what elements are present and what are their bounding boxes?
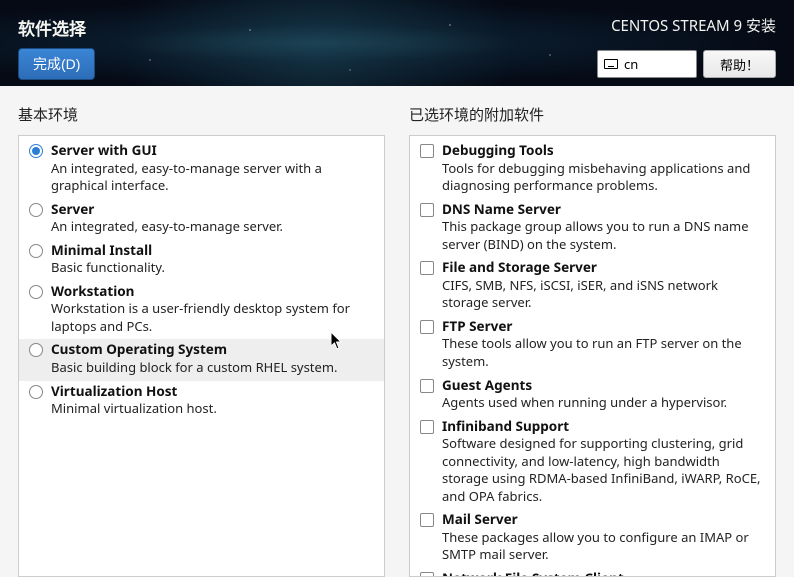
base-env-list[interactable]: Server with GUIAn integrated, easy-to-ma… xyxy=(18,135,385,577)
env-item-title: Minimal Install xyxy=(51,242,374,260)
addon-list[interactable]: Debugging ToolsTools for debugging misbe… xyxy=(409,135,776,577)
env-item[interactable]: Virtualization HostMinimal virtualizatio… xyxy=(19,381,384,422)
addon-item[interactable]: FTP ServerThese tools allow you to run a… xyxy=(410,316,775,375)
addon-item[interactable]: File and Storage ServerCIFS, SMB, NFS, i… xyxy=(410,257,775,316)
addon-item-title: FTP Server xyxy=(442,318,765,336)
checkbox-icon[interactable] xyxy=(420,572,434,577)
addon-item-desc: Tools for debugging misbehaving applicat… xyxy=(442,160,765,195)
addon-item-title: Guest Agents xyxy=(442,377,765,395)
checkbox-icon[interactable] xyxy=(420,513,434,527)
page-title: 软件选择 xyxy=(18,15,86,40)
checkbox-icon[interactable] xyxy=(420,203,434,217)
addon-item[interactable]: Debugging ToolsTools for debugging misbe… xyxy=(410,140,775,199)
help-button[interactable]: 帮助！ xyxy=(703,50,776,78)
env-item-desc: Basic building block for a custom RHEL s… xyxy=(51,359,374,377)
addon-item-desc: These tools allow you to run an FTP serv… xyxy=(442,335,765,370)
radio-icon[interactable] xyxy=(29,144,43,158)
env-item-desc: Minimal virtualization host. xyxy=(51,400,374,418)
checkbox-icon[interactable] xyxy=(420,144,434,158)
addon-item-title: DNS Name Server xyxy=(442,201,765,219)
addon-item[interactable]: Infiniband SupportSoftware designed for … xyxy=(410,416,775,510)
addon-panel: 已选环境的附加软件 Debugging ToolsTools for debug… xyxy=(409,104,776,577)
keyboard-icon xyxy=(604,59,618,69)
addon-item[interactable]: DNS Name ServerThis package group allows… xyxy=(410,199,775,258)
checkbox-icon[interactable] xyxy=(420,320,434,334)
addon-item-title: Mail Server xyxy=(442,511,765,529)
checkbox-icon[interactable] xyxy=(420,379,434,393)
env-item-title: Server with GUI xyxy=(51,142,374,160)
done-button[interactable]: 完成(D) xyxy=(18,48,95,80)
radio-icon[interactable] xyxy=(29,203,43,217)
checkbox-icon[interactable] xyxy=(420,420,434,434)
env-item-title: Virtualization Host xyxy=(51,383,374,401)
keyboard-selector[interactable]: cn xyxy=(597,50,697,78)
addon-item[interactable]: Guest AgentsAgents used when running und… xyxy=(410,375,775,416)
env-item-desc: An integrated, easy-to-manage server. xyxy=(51,218,374,236)
env-item[interactable]: Server with GUIAn integrated, easy-to-ma… xyxy=(19,140,384,199)
product-label: CENTOS STREAM 9 安装 xyxy=(611,15,776,36)
addon-item-desc: This package group allows you to run a D… xyxy=(442,218,765,253)
keyboard-layout-label: cn xyxy=(624,55,638,73)
addon-item-desc: Software designed for supporting cluster… xyxy=(442,435,765,505)
env-item[interactable]: ServerAn integrated, easy-to-manage serv… xyxy=(19,199,384,240)
env-item-title: Server xyxy=(51,201,374,219)
radio-icon[interactable] xyxy=(29,385,43,399)
addon-heading: 已选环境的附加软件 xyxy=(409,104,776,125)
base-env-heading: 基本环境 xyxy=(18,104,385,125)
content: 基本环境 Server with GUIAn integrated, easy-… xyxy=(0,86,794,577)
env-item[interactable]: Minimal InstallBasic functionality. xyxy=(19,240,384,281)
addon-item-desc: Agents used when running under a hypervi… xyxy=(442,394,765,412)
env-item[interactable]: WorkstationWorkstation is a user-friendl… xyxy=(19,281,384,340)
env-item-desc: Workstation is a user-friendly desktop s… xyxy=(51,300,374,335)
addon-item[interactable]: Network File System ClientEnables the sy… xyxy=(410,568,775,577)
addon-item[interactable]: Mail ServerThese packages allow you to c… xyxy=(410,509,775,568)
env-item-title: Custom Operating System xyxy=(51,341,374,359)
addon-item-desc: CIFS, SMB, NFS, iSCSI, iSER, and iSNS ne… xyxy=(442,277,765,312)
radio-icon[interactable] xyxy=(29,244,43,258)
env-item-desc: Basic functionality. xyxy=(51,259,374,277)
checkbox-icon[interactable] xyxy=(420,261,434,275)
env-item-title: Workstation xyxy=(51,283,374,301)
radio-icon[interactable] xyxy=(29,343,43,357)
addon-item-title: File and Storage Server xyxy=(442,259,765,277)
env-item-desc: An integrated, easy-to-manage server wit… xyxy=(51,160,374,195)
addon-item-title: Infiniband Support xyxy=(442,418,765,436)
env-item[interactable]: Custom Operating SystemBasic building bl… xyxy=(19,339,384,380)
radio-icon[interactable] xyxy=(29,285,43,299)
base-env-panel: 基本环境 Server with GUIAn integrated, easy-… xyxy=(18,104,385,577)
addon-item-title: Network File System Client xyxy=(442,570,765,577)
addon-item-title: Debugging Tools xyxy=(442,142,765,160)
header: 软件选择 CENTOS STREAM 9 安装 完成(D) cn 帮助！ xyxy=(0,0,794,86)
addon-item-desc: These packages allow you to configure an… xyxy=(442,529,765,564)
